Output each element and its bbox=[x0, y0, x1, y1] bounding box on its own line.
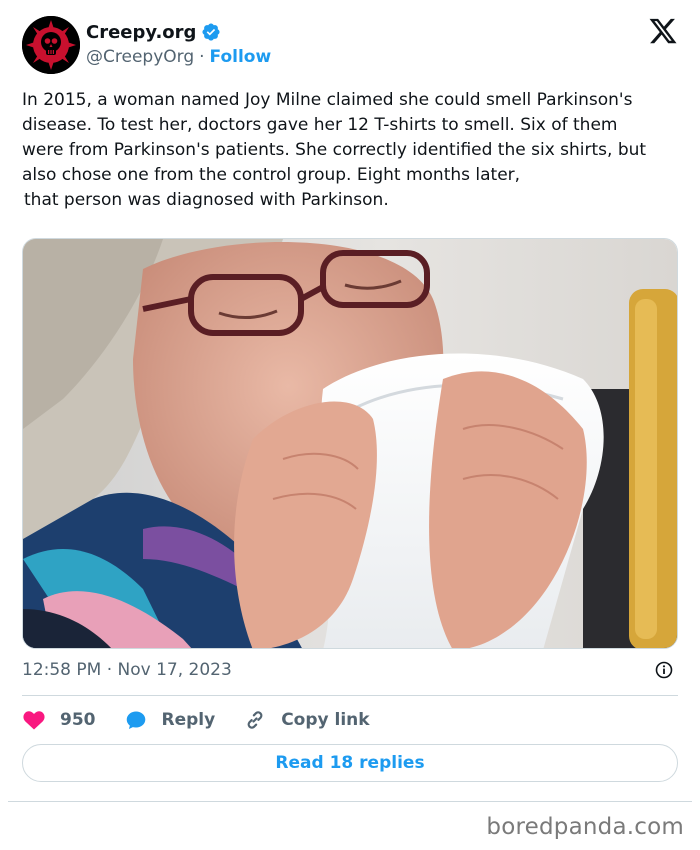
skull-logo-icon bbox=[22, 16, 80, 74]
copy-link-button[interactable]: Copy link bbox=[243, 708, 370, 732]
tweet-card: Creepy.org @CreepyOrg · Follow In 2015, … bbox=[8, 0, 692, 802]
x-logo-icon[interactable] bbox=[648, 16, 678, 46]
tweet-text-line: were from Parkinson's patients. She corr… bbox=[22, 140, 647, 160]
tweet-photo[interactable] bbox=[22, 238, 678, 649]
info-icon[interactable] bbox=[654, 660, 674, 680]
author-handle-row: @CreepyOrg · Follow bbox=[86, 45, 271, 69]
verified-badge-icon bbox=[202, 23, 220, 41]
action-bar: 950 Reply Copy link bbox=[22, 706, 398, 734]
divider bbox=[22, 695, 678, 696]
tweet-text-line: also chose one from the control group. E… bbox=[22, 165, 521, 185]
author-display-name[interactable]: Creepy.org bbox=[86, 22, 196, 43]
tweet-timestamp[interactable]: 12:58 PM · Nov 17, 2023 bbox=[22, 660, 232, 680]
heart-icon bbox=[23, 711, 45, 730]
tweet-text-line: In 2015, a woman named Joy Milne claimed… bbox=[22, 90, 633, 110]
reply-button[interactable]: Reply bbox=[124, 708, 216, 732]
reply-bubble-icon bbox=[126, 711, 145, 729]
reply-label: Reply bbox=[161, 710, 216, 730]
tweet-text-line: that person was diagnosed with Parkinson… bbox=[24, 190, 389, 210]
link-icon bbox=[247, 711, 263, 729]
timestamp-row: 12:58 PM · Nov 17, 2023 bbox=[22, 657, 678, 683]
follow-button[interactable]: Follow bbox=[210, 47, 272, 67]
like-button[interactable]: 950 bbox=[22, 708, 96, 732]
author-handle[interactable]: @CreepyOrg bbox=[86, 47, 194, 67]
read-replies-button[interactable]: Read 18 replies bbox=[22, 744, 678, 782]
like-count: 950 bbox=[60, 710, 96, 730]
author-name-row: Creepy.org bbox=[86, 20, 221, 44]
copy-link-label: Copy link bbox=[281, 710, 370, 730]
tweet-text: In 2015, a woman named Joy Milne claimed… bbox=[22, 88, 682, 213]
photo-woman-smelling-shirt bbox=[23, 239, 677, 648]
watermark: boredpanda.com bbox=[486, 814, 684, 840]
tweet-text-line: disease. To test her, doctors gave her 1… bbox=[22, 115, 618, 135]
read-replies-label: Read 18 replies bbox=[275, 753, 425, 773]
avatar[interactable] bbox=[22, 16, 80, 74]
separator-dot: · bbox=[199, 47, 205, 67]
